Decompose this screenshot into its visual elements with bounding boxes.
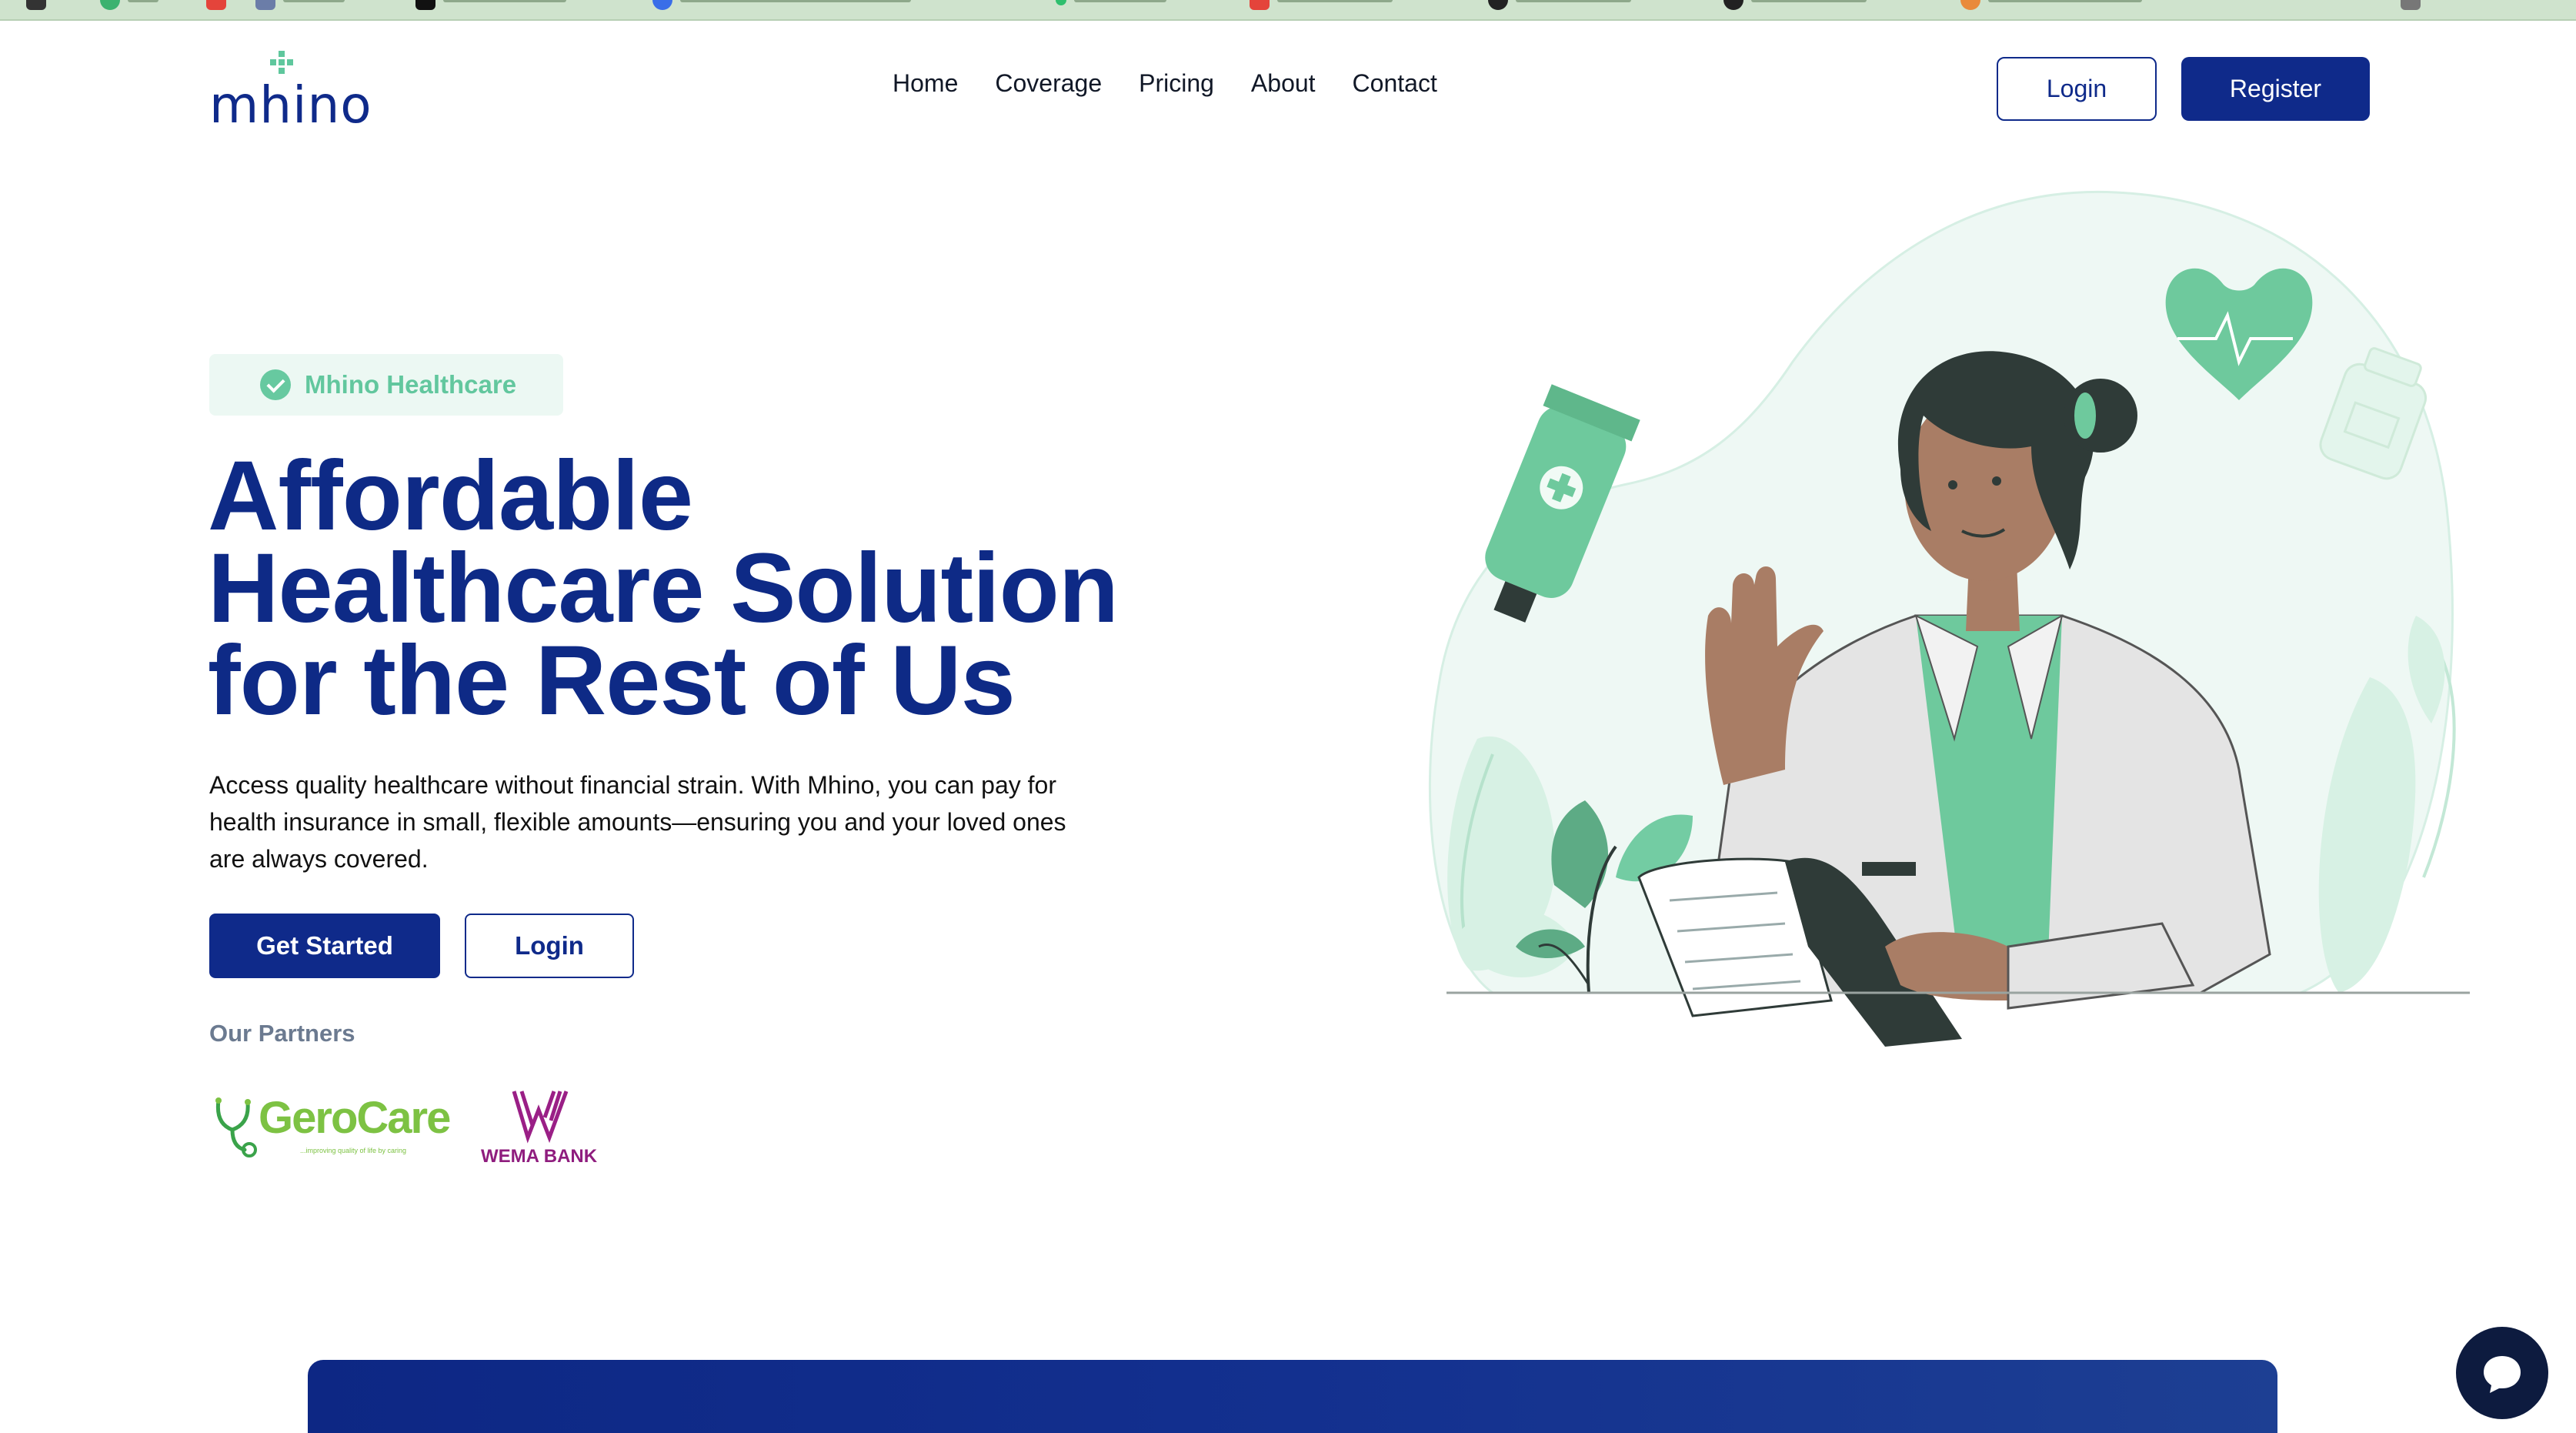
bookmark-item[interactable] [1250,0,1393,11]
hero-login-button[interactable]: Login [465,914,634,978]
bookmark-item[interactable] [26,0,46,11]
hero-title-line: Healthcare Solution [208,533,1119,643]
wema-bank-name: WEMA BANK [481,1146,598,1167]
hero-badge: Mhino Healthcare [209,354,563,416]
bookmark-item[interactable] [1723,0,1867,11]
bottom-cta-banner [308,1360,2277,1433]
nav-pricing[interactable]: Pricing [1139,69,1214,98]
chat-widget-button[interactable] [2456,1327,2548,1419]
hero-title-line: for the Rest of Us [208,626,1016,736]
nav-home[interactable]: Home [893,69,958,98]
nav-about[interactable]: About [1251,69,1316,98]
browser-bookmarks-bar [0,0,2576,21]
hero-title-line: Affordable [208,441,693,551]
gerocare-name: GeroCare [259,1093,451,1143]
bookmark-item[interactable] [206,0,226,11]
hero-title: Affordable Healthcare Solution for the R… [208,441,1131,736]
mhino-logo[interactable]: mhino [209,51,372,131]
gerocare-tagline: ...improving quality of life by caring [300,1147,407,1154]
bookmark-item[interactable] [2401,0,2421,11]
header-register-button[interactable]: Register [2181,57,2370,121]
nav-contact[interactable]: Contact [1353,69,1437,98]
check-circle-icon [260,369,291,400]
wema-w-mark-icon [512,1091,569,1144]
partner-logo-wema-bank[interactable]: WEMA BANK [477,1087,612,1171]
bookmark-item[interactable] [1488,0,1631,11]
bookmark-item[interactable] [1056,0,1166,11]
hero-badge-label: Mhino Healthcare [305,370,517,399]
get-started-button[interactable]: Get Started [209,914,440,978]
bookmark-item[interactable] [415,0,566,11]
nav-coverage[interactable]: Coverage [995,69,1102,98]
main-nav: Home Coverage Pricing About Contact [893,69,1437,98]
hero-description: Access quality healthcare without financ… [209,771,1066,873]
bookmark-item[interactable] [255,0,345,11]
bookmark-item[interactable] [100,0,158,11]
chat-bubble-icon [2484,1356,2521,1393]
logo-wordmark: mhino [209,75,372,135]
partner-logo-gerocare[interactable]: GeroCare ...improving quality of life by… [214,1093,452,1166]
bookmark-item[interactable] [652,0,911,11]
doctor-waving-illustration [1428,190,2470,1047]
partners-title: Our Partners [209,1020,355,1047]
bookmark-item[interactable] [1960,0,2142,11]
header-login-button[interactable]: Login [1997,57,2157,121]
